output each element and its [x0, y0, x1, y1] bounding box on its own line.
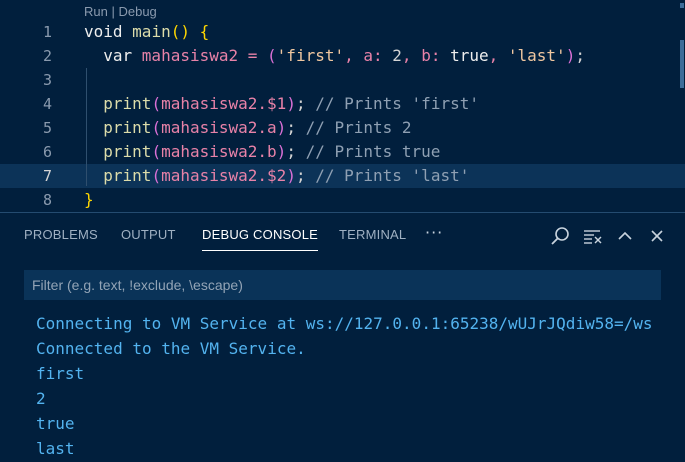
console-line: true — [36, 414, 75, 433]
chevron-up-icon[interactable] — [614, 225, 636, 247]
line-number: 5 — [42, 119, 52, 137]
editor-scrollbar[interactable] — [679, 0, 685, 212]
console-line: 2 — [36, 389, 46, 408]
tab-terminal[interactable]: TERMINAL — [339, 227, 406, 242]
line-number: 7 — [42, 167, 52, 185]
code-text: void main() { — [84, 22, 210, 41]
console-line: first — [36, 364, 85, 383]
code-editor[interactable]: Run | Debug 1 void main() { 2 var mahasi… — [0, 0, 685, 212]
panel-tabs: PROBLEMS OUTPUT DEBUG CONSOLE TERMINAL ·… — [0, 213, 685, 259]
debug-codelens-link[interactable]: Debug — [118, 4, 156, 19]
code-line[interactable]: 2 var mahasiswa2 = ('first', a: 2, b: tr… — [0, 44, 685, 68]
code-line[interactable]: 8 } — [0, 188, 685, 212]
console-line: Connected to the VM Service. — [36, 339, 306, 358]
code-text: print(mahasiswa2.$2); // Prints 'last' — [103, 166, 470, 185]
more-actions-icon[interactable]: ··· — [425, 223, 443, 242]
line-number: 2 — [42, 47, 52, 65]
code-line[interactable]: 3 — [0, 68, 685, 92]
codelens-separator: | — [107, 4, 119, 19]
scrollbar-marker — [680, 40, 684, 88]
close-icon[interactable] — [646, 225, 668, 247]
scrollbar-marker — [680, 3, 684, 8]
line-number: 8 — [42, 191, 52, 209]
code-line[interactable]: 6 print(mahasiswa2.b); // Prints true — [0, 140, 685, 164]
code-line[interactable]: 5 print(mahasiswa2.a); // Prints 2 — [0, 116, 685, 140]
console-filter-input[interactable] — [24, 270, 661, 300]
code-text: var mahasiswa2 = ('first', a: 2, b: true… — [103, 46, 585, 65]
tab-output[interactable]: OUTPUT — [121, 227, 176, 242]
clear-console-icon[interactable] — [582, 225, 604, 247]
code-line[interactable]: 4 print(mahasiswa2.$1); // Prints 'first… — [0, 92, 685, 116]
code-line[interactable]: 1 void main() { — [0, 20, 685, 44]
code-line-current[interactable]: 7 print(mahasiswa2.$2); // Prints 'last' — [0, 164, 685, 188]
search-icon[interactable] — [549, 225, 571, 247]
tab-debug-console[interactable]: DEBUG CONSOLE — [202, 227, 319, 251]
code-text: } — [84, 190, 94, 209]
codelens: Run | Debug — [84, 3, 157, 21]
bottom-panel: PROBLEMS OUTPUT DEBUG CONSOLE TERMINAL ·… — [0, 212, 685, 462]
console-line: last — [36, 439, 75, 458]
code-text: print(mahasiswa2.$1); // Prints 'first' — [103, 94, 479, 113]
indent-guide — [86, 68, 87, 186]
line-number: 1 — [42, 23, 52, 41]
line-number: 3 — [42, 71, 52, 89]
line-number: 6 — [42, 143, 52, 161]
tab-problems[interactable]: PROBLEMS — [24, 227, 98, 242]
code-text: print(mahasiswa2.b); // Prints true — [103, 142, 441, 161]
run-codelens-link[interactable]: Run — [84, 4, 108, 19]
line-number: 4 — [42, 95, 52, 113]
console-line: Connecting to VM Service at ws://127.0.0… — [36, 314, 653, 333]
code-text: print(mahasiswa2.a); // Prints 2 — [103, 118, 412, 137]
